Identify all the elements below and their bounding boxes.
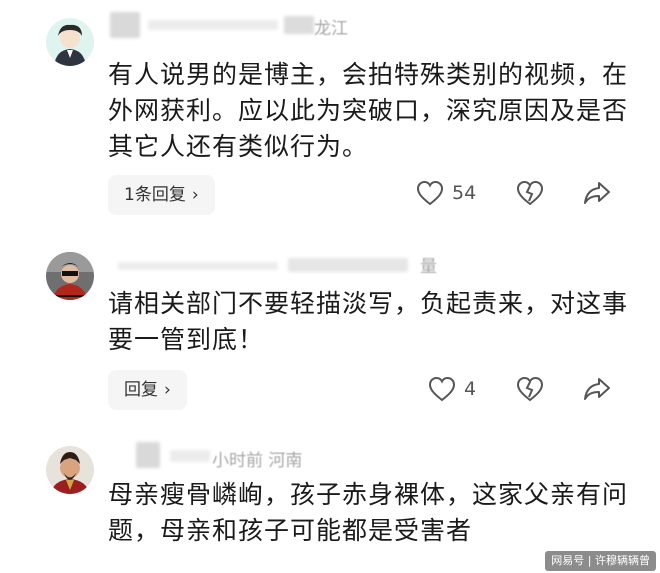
comment-1-location: 龙江 [314,19,348,39]
watermark: 网易号 | 许穆辆辆曾 [545,551,656,571]
comment-2-reply-button[interactable]: 回复 › [108,370,187,410]
comment-2-text: 请相关部门不要轻描淡写，负起责来，对这事要一管到底！ [108,289,629,354]
comment-1-reply-label: 1条回复 [124,185,186,205]
comment-1-share-button[interactable] [583,180,611,206]
comment-3-meta: 小时前 河南 [108,440,368,471]
avatar-user-3[interactable] [46,446,94,494]
avatar-user-1[interactable] [46,18,94,66]
comment-2-meta: 量 [108,252,448,282]
comment-1-meta: 龙江 [108,10,368,40]
comment-3-text: 母亲瘦骨嶙峋，孩子赤身裸体，这家父亲有问题，母亲和孩子可能都是受害者 [108,480,629,545]
comment-2-share-button[interactable] [583,376,611,402]
chevron-right-icon: › [191,185,199,205]
share-arrow-icon [583,376,611,402]
comment-1-reply-button[interactable]: 1条回复 › [108,175,215,215]
broken-heart-icon [516,376,544,402]
comment-1-dislike-button[interactable] [516,180,544,206]
avatar-user-2[interactable] [46,252,94,300]
comment-2-meta-visible: 量 [420,257,437,277]
comment-1-like-count: 54 [452,182,477,204]
comment-2-dislike-button[interactable] [516,376,544,402]
comment-2-like-count: 4 [464,378,477,400]
comment-1-text: 有人说男的是博主，会拍特殊类别的视频，在外网获利。应以此为突破口，深究原因及是否… [108,60,629,161]
comment-3-time-location: 小时前 河南 [212,451,303,471]
share-arrow-icon [583,180,611,206]
heart-outline-icon [416,180,444,206]
broken-heart-icon [516,180,544,206]
comment-2-like-button[interactable]: 4 [428,376,476,402]
comment-1-like-button[interactable]: 54 [416,180,476,206]
chevron-right-icon: › [164,380,171,400]
heart-outline-icon [428,376,456,402]
comment-2-reply-label: 回复 [124,380,158,400]
